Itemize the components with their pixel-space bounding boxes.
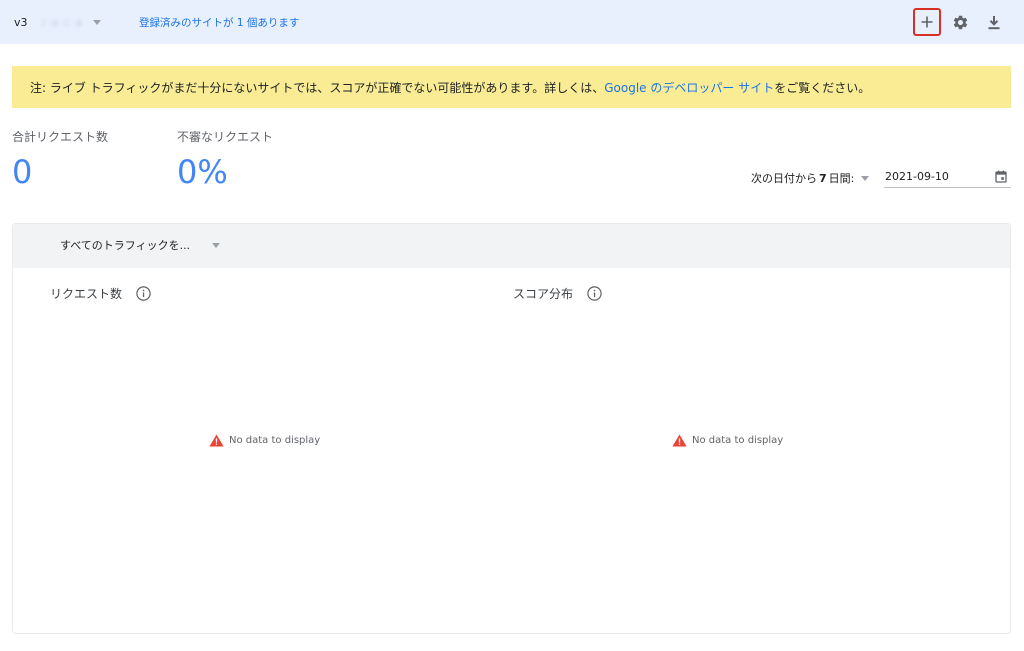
chevron-down-icon bbox=[93, 20, 102, 25]
date-range-selector[interactable]: 次の日付から 7 日間: bbox=[751, 170, 870, 186]
chart-title-text: リクエスト数 bbox=[50, 287, 123, 301]
notice-text: 注: ライブ トラフィックがまだ十分にないサイトでは、スコアが正確でない可能性が… bbox=[30, 80, 605, 95]
warning-icon bbox=[672, 434, 687, 447]
requests-empty-state: No data to display bbox=[209, 434, 320, 447]
score-empty-state: No data to display bbox=[672, 434, 783, 447]
site-version: v3 bbox=[14, 15, 28, 29]
chevron-down-icon bbox=[212, 243, 221, 248]
download-button[interactable] bbox=[980, 8, 1008, 36]
date-value: 2021-09-10 bbox=[885, 170, 949, 183]
site-selector[interactable]: v3 r·e·c·a bbox=[14, 8, 102, 36]
stat-value: 0 bbox=[12, 153, 33, 191]
range-days: 7 bbox=[819, 171, 827, 185]
developer-site-link[interactable]: Google のデベロッパー サイト bbox=[604, 79, 774, 96]
date-input[interactable]: 2021-09-10 bbox=[884, 166, 1011, 188]
chart-title-text: スコア分布 bbox=[513, 287, 574, 301]
gear-icon bbox=[953, 15, 967, 29]
warning-icon bbox=[209, 434, 224, 447]
traffic-filter-select[interactable]: すべてのトラフィックを... bbox=[60, 237, 221, 253]
range-suffix: 日間: bbox=[828, 172, 855, 185]
notice-text-end: をご覧ください。 bbox=[774, 80, 871, 95]
info-icon[interactable] bbox=[136, 286, 151, 301]
stat-label: 不審なリクエスト bbox=[177, 130, 274, 144]
calendar-icon[interactable] bbox=[995, 170, 1007, 183]
stat-value: 0% bbox=[177, 153, 228, 191]
traffic-filter-value: すべてのトラフィックを... bbox=[60, 239, 191, 252]
empty-message: No data to display bbox=[229, 435, 321, 446]
settings-button[interactable] bbox=[946, 8, 974, 36]
stat-label: 合計リクエスト数 bbox=[12, 130, 109, 144]
chevron-down-icon bbox=[861, 176, 870, 181]
top-bar: v3 r·e·c·a 登録済みのサイトが 1 個あります bbox=[0, 0, 1024, 44]
requests-chart-title: リクエスト数 bbox=[50, 285, 151, 302]
panel-header: すべてのトラフィックを... bbox=[13, 224, 1010, 268]
add-site-button[interactable] bbox=[913, 8, 941, 36]
registered-sites-link[interactable]: 登録済みのサイトが 1 個あります bbox=[139, 15, 299, 30]
suspicious-requests-stat: 不審なリクエスト 0% bbox=[177, 128, 273, 191]
score-distribution-chart-title: スコア分布 bbox=[513, 285, 602, 302]
download-icon bbox=[988, 15, 1000, 29]
traffic-panel: すべてのトラフィックを... リクエスト数 スコア分布 No data to d… bbox=[12, 223, 1011, 634]
traffic-notice-banner: 注: ライブ トラフィックがまだ十分にないサイトでは、スコアが正確でない可能性が… bbox=[12, 66, 1011, 108]
empty-message: No data to display bbox=[692, 435, 784, 446]
info-icon[interactable] bbox=[587, 286, 602, 301]
range-prefix: 次の日付から bbox=[751, 172, 817, 185]
site-name: r·e·c·a bbox=[41, 15, 84, 29]
plus-icon bbox=[921, 16, 933, 28]
total-requests-stat: 合計リクエスト数 0 bbox=[12, 128, 108, 191]
